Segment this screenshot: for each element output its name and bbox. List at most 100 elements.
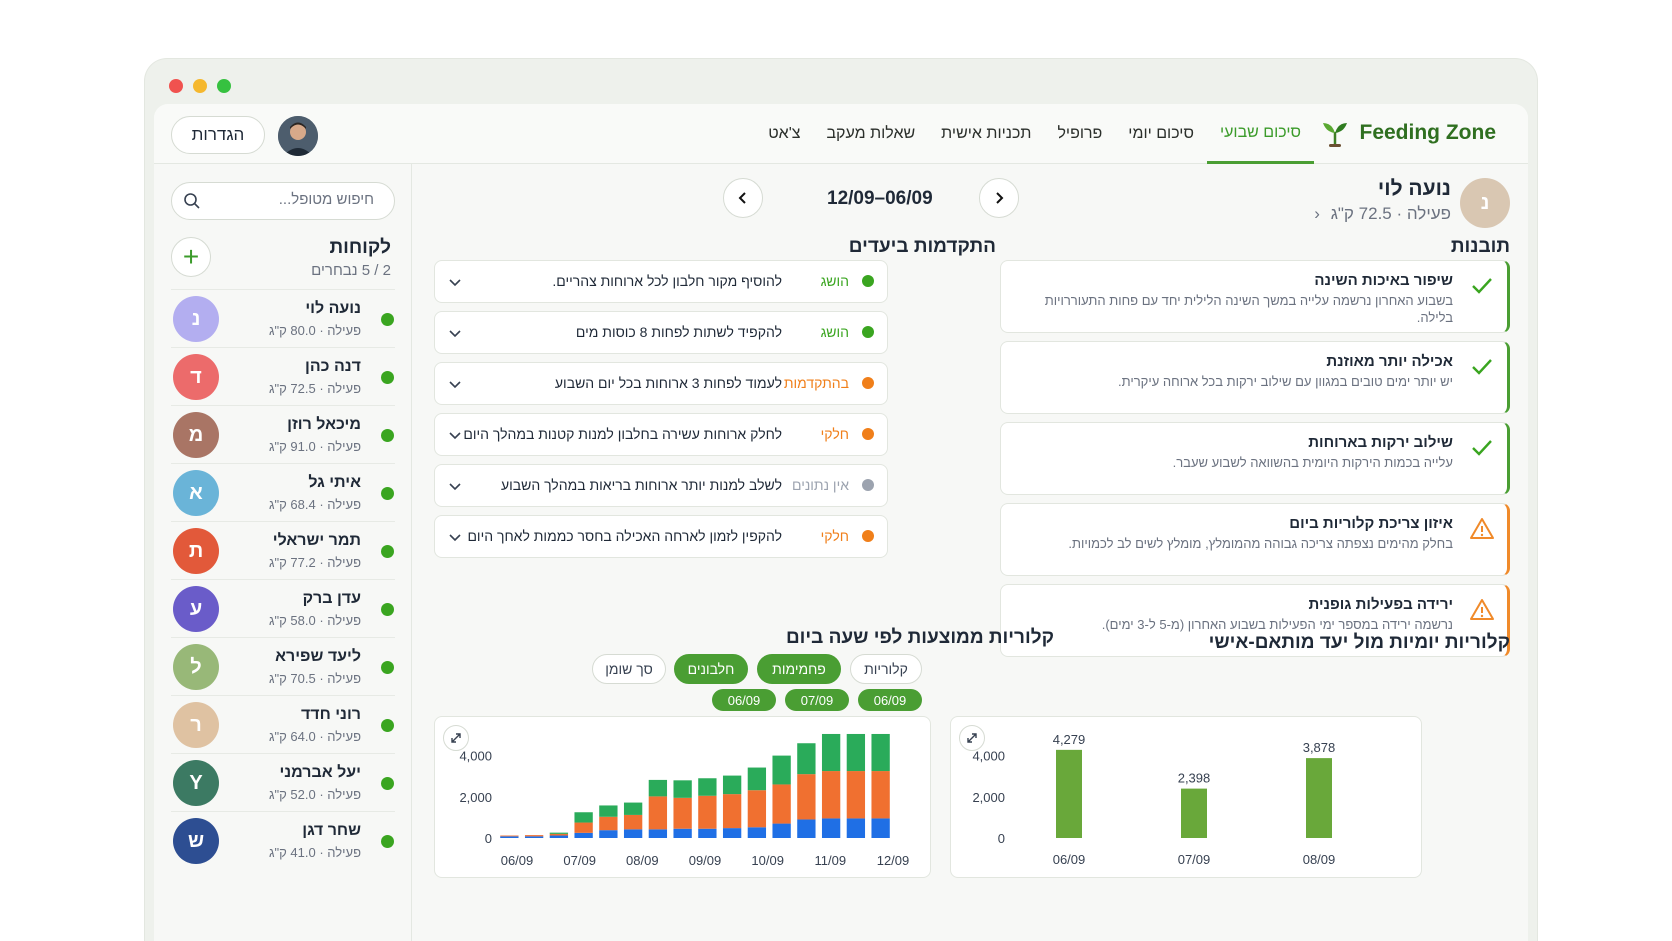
prev-week-button[interactable] <box>723 178 763 218</box>
expand-daily-chart-button[interactable] <box>959 725 985 751</box>
expand-hourly-chart-button[interactable] <box>443 725 469 751</box>
goal-row[interactable]: בהתקדמות לעמוד לפחות 3 ארוחות בכל יום השב… <box>434 362 888 405</box>
search-input[interactable] <box>224 191 374 208</box>
bar-segment <box>673 828 692 838</box>
chevron-down-icon[interactable] <box>447 274 463 290</box>
client-avatar: Y <box>173 760 219 806</box>
expand-icon <box>451 733 461 743</box>
goal-row[interactable]: חלקי להקפין לזמון לארחה האכילה בחסר כממות… <box>434 515 888 558</box>
date-chip[interactable]: 06/09 <box>712 689 776 711</box>
client-meta: פעילה · 58.0 ק"ג <box>268 613 361 628</box>
search-icon <box>184 193 200 209</box>
bar-segment <box>871 818 890 838</box>
bar-segment <box>648 779 668 797</box>
tab-chat[interactable]: צ'אט <box>755 104 813 164</box>
insight-description: בחלק מהימים נצפתה צריכה גבוהה מהמומלץ, מ… <box>1068 536 1453 551</box>
x-tick-label: 12/09 <box>877 853 910 868</box>
bar-segment <box>574 812 593 823</box>
date-range: 12/09–06/09 <box>827 188 933 209</box>
goal-row[interactable]: אין נתונים לשלב למנות יותר ארוחות בריאות … <box>434 464 888 507</box>
chevron-down-icon[interactable] <box>447 325 463 341</box>
goal-text: להקפין לזמון לארחה האכילה בחסר כממות לאח… <box>467 528 782 544</box>
client-row[interactable]: מ מיכאל רוזן פעילה · 91.0 ק"ג <box>171 405 395 463</box>
client-row[interactable]: ת תמר ישראלי פעילה · 77.2 ק"ג <box>171 521 395 579</box>
user-avatar[interactable] <box>278 116 318 156</box>
x-tick-label: 06/09 <box>1053 852 1086 867</box>
filter-total-fat[interactable]: סך שומן <box>592 654 666 684</box>
bar-segment <box>722 828 742 838</box>
settings-button[interactable]: הגדרות <box>171 116 265 154</box>
profile-meta: פעילה · 72.5 ק"ג ‹ <box>1314 204 1451 224</box>
brand[interactable]: Feeding Zone <box>1320 118 1496 148</box>
client-row[interactable]: ר רוני חדד פעילה · 64.0 ק"ג <box>171 695 395 753</box>
goal-status: הושג <box>820 273 849 289</box>
next-week-button[interactable] <box>979 178 1019 218</box>
bar-segment <box>673 797 692 829</box>
bar-segment <box>648 796 668 830</box>
bar-segment <box>846 818 866 838</box>
goal-row[interactable]: הושג להוסיף מקור חלבון לכל ארוחות צהריים. <box>434 260 888 303</box>
bar-segment <box>549 835 569 838</box>
insight-card[interactable]: אכילה יותר מאוזנת יש יותר ימים טובים במגו… <box>1000 341 1510 414</box>
sprout-logo-icon <box>1322 123 1347 147</box>
minimize-window-button[interactable] <box>193 79 207 93</box>
goal-text: להוסיף מקור חלבון לכל ארוחות צהריים. <box>552 273 782 289</box>
profile-meta-text: פעילה · 72.5 ק"ג <box>1330 204 1451 223</box>
insight-title: שילוב ירקות בארוחות <box>1308 434 1453 451</box>
client-meta: פעילה · 70.5 ק"ג <box>268 671 361 686</box>
goal-status-dot <box>862 428 874 440</box>
add-client-button[interactable]: + <box>171 237 211 277</box>
client-meta: פעילה · 80.0 ק"ג <box>268 323 361 338</box>
bar-segment <box>747 790 767 828</box>
client-row[interactable]: נ נועה לוי פעילה · 80.0 ק"ג <box>171 289 395 347</box>
tab-personal-plans[interactable]: תכניות אישית <box>928 104 1044 164</box>
bar-segment <box>574 832 593 838</box>
client-avatar: מ <box>173 412 219 458</box>
client-list: נ נועה לוי פעילה · 80.0 ק"ג ד דנה כהן פעילה ·… <box>171 289 395 869</box>
status-dot <box>381 545 394 558</box>
close-window-button[interactable] <box>169 79 183 93</box>
client-row[interactable]: ש שחר דגן פעילה · 41.0 ק"ג <box>171 811 395 869</box>
chevron-down-icon[interactable] <box>447 427 463 443</box>
app-window: הגדרות סיכום שבועי סיכום יומי פרופיל תכנ… <box>145 59 1537 941</box>
client-row[interactable]: Y יעל אברמני פעילה · 52.0 ק"ג <box>171 753 395 811</box>
date-chip[interactable]: 06/09 <box>858 689 922 711</box>
bar-segment <box>549 832 569 834</box>
bar-segment <box>524 836 544 838</box>
date-navigator: 12/09–06/09 <box>723 178 1019 220</box>
insight-card[interactable]: שילוב ירקות בארוחות עלייה בכמות הירקות הי… <box>1000 422 1510 495</box>
chevron-down-icon[interactable] <box>447 529 463 545</box>
tab-daily-summary[interactable]: סיכום יומי <box>1115 104 1207 164</box>
status-dot <box>381 719 394 732</box>
client-meta: פעילה · 72.5 ק"ג <box>268 381 361 396</box>
insight-card[interactable]: איזון צריכת קלוריות ביום בחלק מהימים נצפת… <box>1000 503 1510 576</box>
tab-weekly-summary[interactable]: סיכום שבועי <box>1206 104 1314 164</box>
status-dot <box>381 603 394 616</box>
insight-description: בשבוע האחרון נרשמה עלייה במשך השינה הליל… <box>1044 293 1453 325</box>
client-name: דנה כהן <box>305 358 361 375</box>
filter-carbs[interactable]: פחמימות <box>757 654 841 684</box>
x-tick-label: 06/09 <box>501 853 534 868</box>
goal-text: לשלב למנות יותר ארוחות בריאות במהלך השבו… <box>500 477 782 493</box>
filter-protein[interactable]: חלבונים <box>674 654 748 684</box>
bar-segment <box>772 823 791 838</box>
client-row[interactable]: ע עדן ברק פעילה · 58.0 ק"ג <box>171 579 395 637</box>
chevron-down-icon[interactable] <box>447 478 463 494</box>
goal-row[interactable]: חלקי לחלק ארוחות עשירה בחלבון למנות קטנות… <box>434 413 888 456</box>
client-row[interactable]: א איתי גל פעילה · 68.4 ק"ג <box>171 463 395 521</box>
bar-segment <box>846 733 866 772</box>
chevron-left-small-icon[interactable]: ‹ <box>1314 204 1320 223</box>
date-chip[interactable]: 07/09 <box>785 689 849 711</box>
goal-status: אין נתונים <box>791 477 849 493</box>
tab-followup-questions[interactable]: שאלות מעקב <box>813 104 928 164</box>
client-row[interactable]: ד דנה כהן פעילה · 72.5 ק"ג <box>171 347 395 405</box>
status-dot <box>381 371 394 384</box>
client-row[interactable]: ל ליעד שפירא פעילה · 70.5 ק"ג <box>171 637 395 695</box>
insight-card[interactable]: שיפור באיכות השינה בשבוע האחרון נרשמה עלי… <box>1000 260 1510 333</box>
filter-calories[interactable]: קלוריות <box>850 654 922 684</box>
maximize-window-button[interactable] <box>217 79 231 93</box>
goal-row[interactable]: הושג להקפיד לשתות לפחות 8 כוסות מים <box>434 311 888 354</box>
chevron-down-icon[interactable] <box>447 376 463 392</box>
tab-profile[interactable]: פרופיל <box>1044 104 1115 164</box>
goal-status-dot <box>862 530 874 542</box>
